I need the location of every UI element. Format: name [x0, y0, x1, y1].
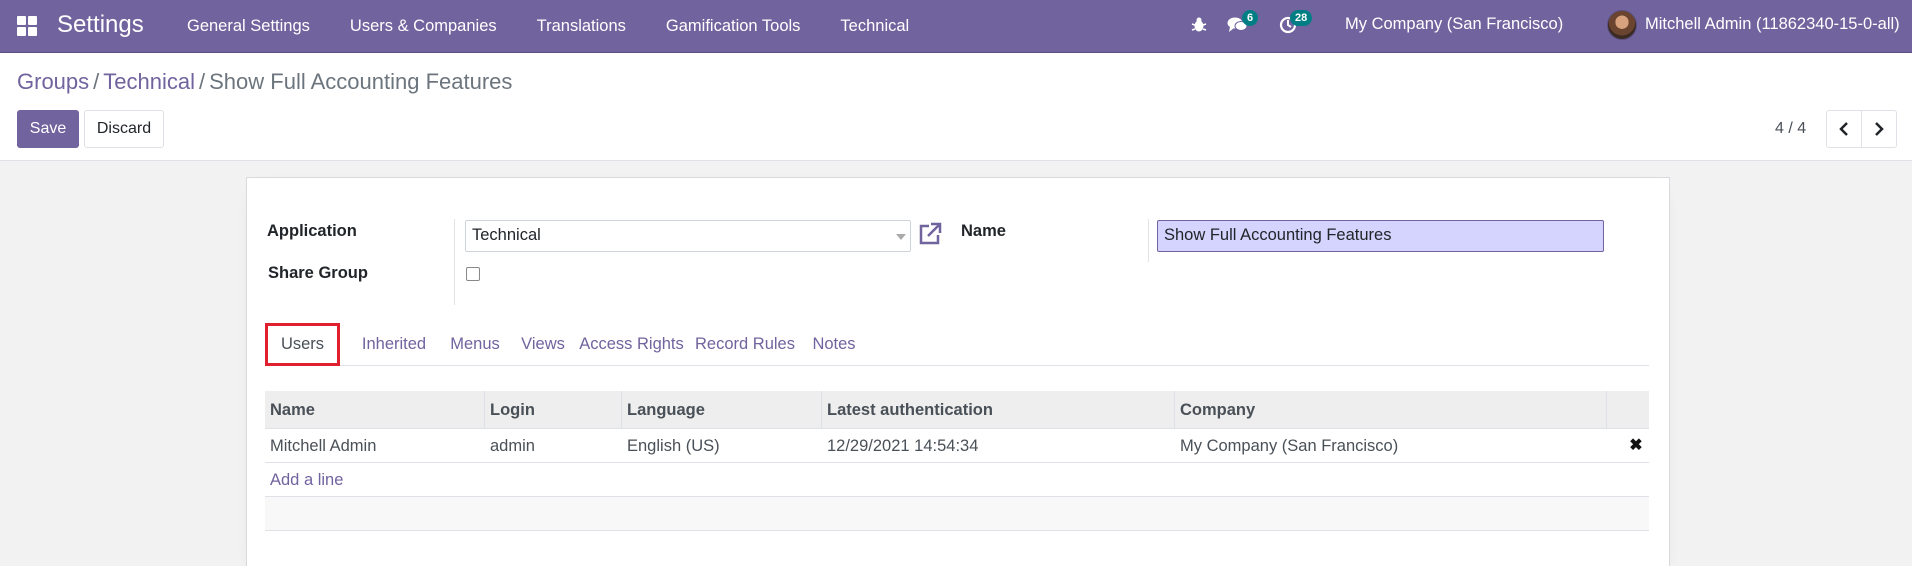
- menu-technical[interactable]: Technical: [820, 17, 929, 36]
- activities-count-badge: 28: [1290, 10, 1313, 26]
- column-name[interactable]: Name: [265, 391, 485, 429]
- users-table: Name Login Language Latest authenticatio…: [265, 391, 1649, 531]
- table-row[interactable]: Mitchell Admin admin English (US) 12/29/…: [265, 429, 1649, 463]
- app-title[interactable]: Settings: [57, 11, 144, 39]
- column-login[interactable]: Login: [485, 391, 622, 429]
- column-latest-authentication[interactable]: Latest authentication: [822, 391, 1175, 429]
- share-group-checkbox[interactable]: [466, 267, 480, 281]
- tab-access-rights[interactable]: Access Rights: [575, 323, 688, 366]
- cell-login: admin: [490, 436, 535, 455]
- main-menu: General Settings Users & Companies Trans…: [167, 0, 929, 52]
- chevron-right-icon: [1875, 122, 1884, 136]
- name-label: Name: [961, 222, 1006, 240]
- tab-users[interactable]: Users: [265, 323, 340, 366]
- messages-count-badge: 6: [1242, 10, 1259, 26]
- cell-latest-authentication: 12/29/2021 14:54:34: [827, 436, 979, 455]
- cell-company: My Company (San Francisco): [1180, 436, 1399, 455]
- form-sheet: Application Share Group Technical Name S…: [246, 177, 1670, 566]
- application-label: Application: [267, 222, 357, 240]
- cell-language: English (US): [627, 436, 720, 455]
- breadcrumb-groups[interactable]: Groups: [17, 69, 89, 94]
- menu-general-settings[interactable]: General Settings: [167, 17, 330, 36]
- label-divider: [1148, 219, 1149, 262]
- breadcrumb-separator: /: [199, 69, 206, 94]
- tab-menus[interactable]: Menus: [439, 323, 511, 366]
- pager-value[interactable]: 4 / 4: [1775, 120, 1806, 138]
- tab-inherited[interactable]: Inherited: [349, 323, 439, 366]
- empty-row: [265, 497, 1649, 531]
- share-group-label: Share Group: [268, 264, 368, 282]
- menu-users-companies[interactable]: Users & Companies: [330, 17, 517, 36]
- user-menu[interactable]: Mitchell Admin (11862340-15-0-all): [1645, 15, 1900, 34]
- user-avatar[interactable]: [1607, 10, 1637, 40]
- breadcrumb-separator: /: [93, 69, 100, 94]
- name-input[interactable]: Show Full Accounting Features: [1157, 220, 1604, 252]
- notebook-tabs: Users Inherited Menus Views Access Right…: [265, 323, 1649, 366]
- company-switcher[interactable]: My Company (San Francisco): [1345, 15, 1563, 34]
- control-panel: Groups / Technical / Show Full Accounting Fe…: [0, 53, 1912, 161]
- delete-row-icon[interactable]: ✖: [1628, 438, 1644, 454]
- tab-views[interactable]: Views: [511, 323, 575, 366]
- app-menu-icon[interactable]: [17, 16, 37, 36]
- add-line-row: Add a line: [265, 463, 1649, 497]
- application-select[interactable]: Technical: [465, 220, 911, 252]
- application-select-value: Technical: [472, 226, 541, 244]
- breadcrumb: Groups / Technical / Show Full Accounting Fe…: [17, 69, 512, 95]
- column-company[interactable]: Company: [1175, 391, 1607, 429]
- save-button[interactable]: Save: [17, 110, 79, 148]
- external-link-icon[interactable]: [917, 221, 943, 247]
- caret-down-icon: [896, 234, 906, 240]
- breadcrumb-current: Show Full Accounting Features: [209, 69, 513, 94]
- breadcrumb-technical[interactable]: Technical: [103, 69, 195, 94]
- menu-gamification-tools[interactable]: Gamification Tools: [646, 17, 821, 36]
- add-a-line-link[interactable]: Add a line: [270, 471, 343, 490]
- debug-bug-icon[interactable]: [1190, 16, 1208, 34]
- tab-notes[interactable]: Notes: [802, 323, 866, 366]
- pager-previous-button[interactable]: [1826, 110, 1862, 148]
- cell-name: Mitchell Admin: [270, 436, 377, 455]
- pager-next-button[interactable]: [1861, 110, 1897, 148]
- menu-translations[interactable]: Translations: [517, 17, 646, 36]
- label-divider: [454, 219, 455, 305]
- top-navbar: Settings General Settings Users & Compan…: [0, 0, 1912, 53]
- table-header: Name Login Language Latest authenticatio…: [265, 391, 1649, 429]
- tab-record-rules[interactable]: Record Rules: [688, 323, 802, 366]
- column-language[interactable]: Language: [622, 391, 822, 429]
- chevron-left-icon: [1839, 122, 1848, 136]
- discard-button[interactable]: Discard: [84, 110, 164, 148]
